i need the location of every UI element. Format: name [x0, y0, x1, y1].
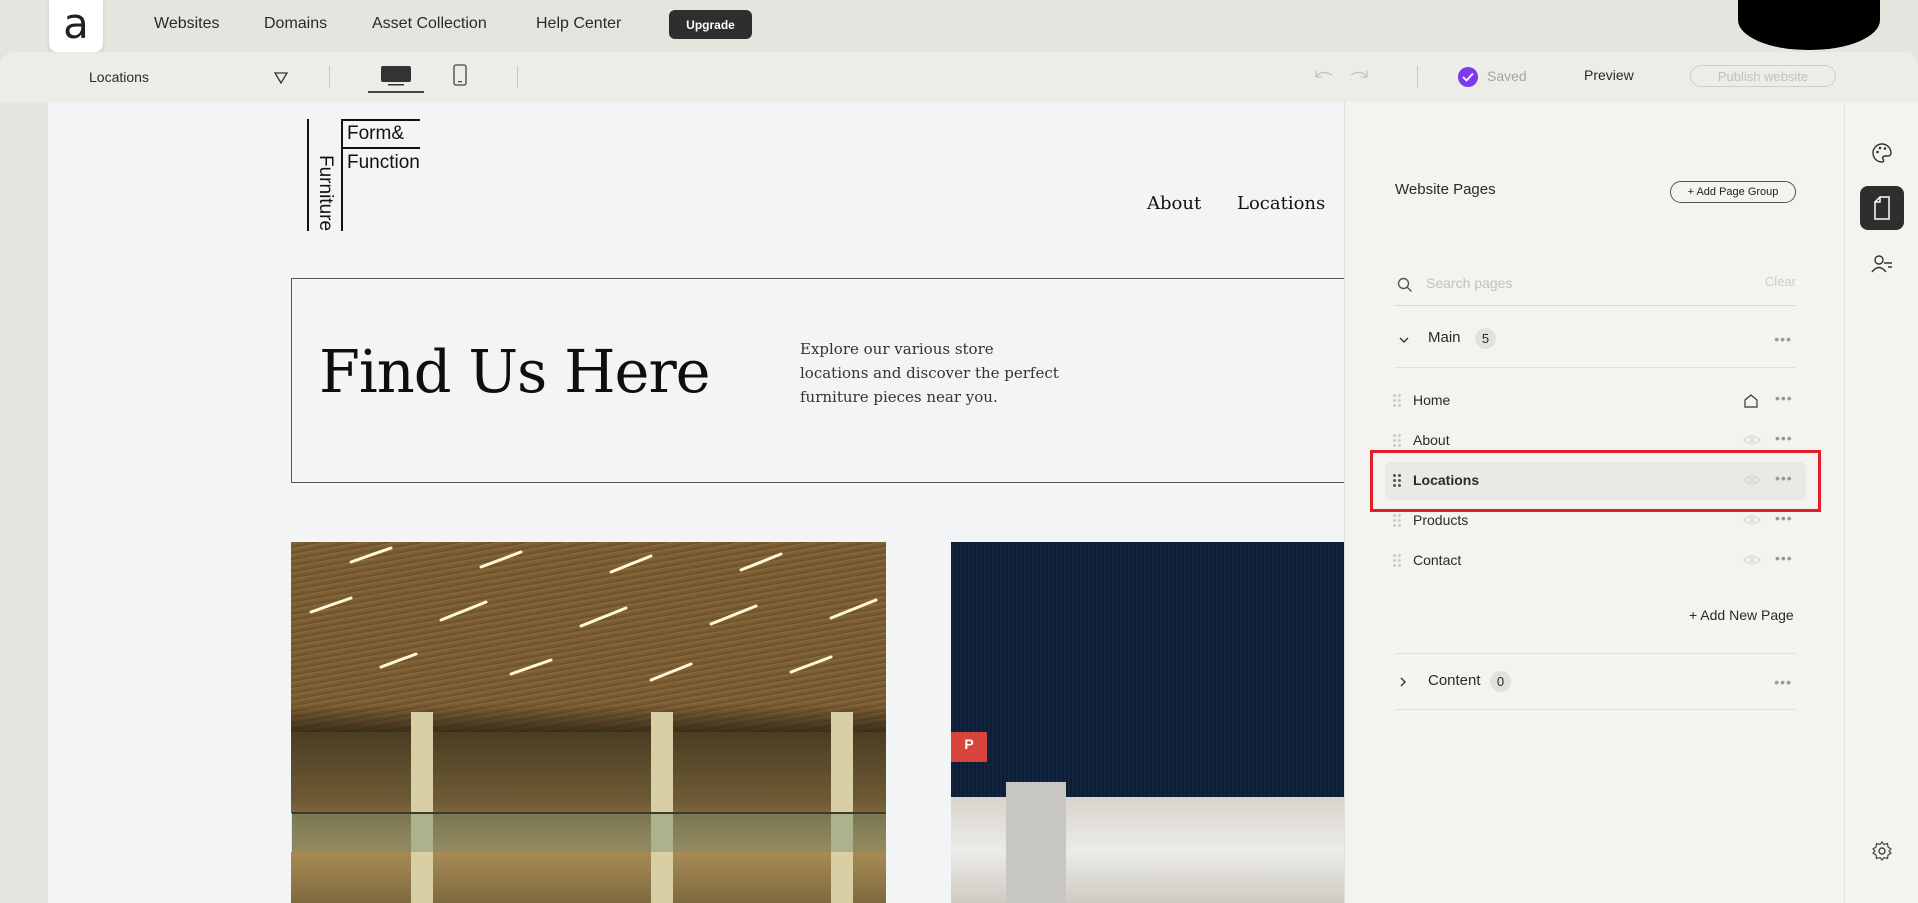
- eye-icon[interactable]: [1743, 433, 1761, 451]
- page-label: About: [1413, 432, 1450, 448]
- preview-button[interactable]: Preview: [1584, 67, 1634, 83]
- saved-status: Saved: [1487, 68, 1527, 84]
- chevron-down-icon[interactable]: [1398, 332, 1410, 350]
- more-options-icon[interactable]: •••: [1775, 390, 1793, 406]
- nav-help-center[interactable]: Help Center: [536, 15, 621, 33]
- more-options-icon[interactable]: •••: [1774, 331, 1792, 347]
- undo-icon[interactable]: [1312, 67, 1336, 88]
- more-options-icon[interactable]: •••: [1774, 674, 1792, 690]
- settings-button[interactable]: [1860, 829, 1904, 873]
- logo-text-function: Function: [347, 152, 420, 173]
- page-row-contact[interactable]: Contact •••: [1385, 542, 1806, 580]
- desktop-icon: [381, 65, 411, 85]
- group-count-badge: 5: [1475, 328, 1496, 349]
- eye-icon[interactable]: [1743, 513, 1761, 531]
- group-label: Main: [1428, 329, 1461, 346]
- palette-button[interactable]: [1860, 131, 1904, 175]
- store-photo-mall: [291, 542, 886, 903]
- chevron-right-icon[interactable]: [1398, 675, 1408, 693]
- mobile-icon: [453, 64, 467, 86]
- divider: [1395, 709, 1796, 710]
- palette-icon: [1872, 143, 1892, 163]
- app-logo[interactable]: a: [49, 0, 103, 52]
- nav-websites[interactable]: Websites: [154, 15, 220, 33]
- gear-icon: [1872, 841, 1892, 861]
- store-photo-parking: P: [951, 542, 1344, 903]
- mobile-view-button[interactable]: [450, 60, 470, 90]
- divider: [329, 66, 330, 88]
- nav-asset-collection[interactable]: Asset Collection: [372, 15, 487, 33]
- group-count-badge: 0: [1490, 671, 1511, 692]
- users-button[interactable]: [1860, 242, 1904, 286]
- editor-toolbar: Locations Saved Preview Publish website: [0, 52, 1918, 102]
- site-logo: Form& Function Furniture: [307, 119, 420, 231]
- add-new-page-button[interactable]: + Add New Page: [1689, 607, 1794, 623]
- redo-icon[interactable]: [1347, 67, 1371, 88]
- website-canvas[interactable]: Form& Function Furniture About Locations…: [48, 102, 1344, 903]
- search-pages-field[interactable]: Search pages Clear: [1395, 270, 1796, 306]
- page-row-home[interactable]: Home •••: [1385, 382, 1806, 420]
- panel-title: Website Pages: [1395, 181, 1496, 198]
- drag-handle-icon[interactable]: [1393, 434, 1403, 448]
- hero-description: Explore our various store locations and …: [800, 340, 1059, 406]
- divider: [1395, 653, 1796, 654]
- clear-button[interactable]: Clear: [1765, 274, 1796, 289]
- user-avatar[interactable]: [1738, 0, 1880, 50]
- page-icon: [1874, 196, 1890, 220]
- drag-handle-icon[interactable]: [1393, 514, 1403, 528]
- divider: [517, 66, 518, 88]
- app-logo-letter: a: [63, 0, 89, 48]
- upgrade-button[interactable]: Upgrade: [669, 10, 752, 39]
- users-icon: [1871, 255, 1892, 273]
- page-group-main[interactable]: Main 5 •••: [1395, 322, 1796, 360]
- more-options-icon[interactable]: •••: [1775, 510, 1793, 526]
- search-input[interactable]: Search pages: [1426, 275, 1512, 291]
- page-group-content[interactable]: Content 0 •••: [1395, 665, 1796, 703]
- right-icon-rail: [1844, 102, 1918, 903]
- logo-text-furniture: Furniture: [315, 155, 336, 232]
- more-options-icon[interactable]: •••: [1775, 430, 1793, 446]
- more-options-icon[interactable]: •••: [1775, 550, 1793, 566]
- divider: [1395, 367, 1796, 368]
- page-label: Products: [1413, 512, 1469, 528]
- pages-button[interactable]: [1860, 186, 1904, 230]
- nav-domains[interactable]: Domains: [264, 15, 327, 33]
- saved-check-icon: [1458, 67, 1478, 87]
- hero-title: Find Us Here: [319, 337, 711, 406]
- drag-handle-icon[interactable]: [1393, 394, 1403, 408]
- chevron-down-icon[interactable]: [273, 71, 289, 89]
- selection-highlight: [1370, 450, 1821, 512]
- home-icon: [1743, 393, 1759, 414]
- top-nav: a Websites Domains Asset Collection Help…: [0, 0, 1918, 52]
- site-nav-locations[interactable]: Locations: [1237, 193, 1325, 214]
- desktop-view-button[interactable]: [368, 60, 424, 93]
- parking-sign: P: [951, 732, 987, 762]
- drag-handle-icon[interactable]: [1393, 554, 1403, 568]
- eye-icon[interactable]: [1743, 553, 1761, 571]
- page-label: Contact: [1413, 552, 1462, 568]
- divider: [1417, 66, 1418, 88]
- logo-text-form: Form&: [347, 123, 404, 144]
- page-selector[interactable]: Locations: [89, 69, 149, 85]
- search-icon: [1397, 277, 1413, 298]
- hero-section: Find Us Here Explore our various store l…: [291, 278, 1344, 483]
- site-nav-about[interactable]: About: [1147, 193, 1201, 214]
- group-label: Content: [1428, 672, 1481, 689]
- add-page-group-button[interactable]: + Add Page Group: [1670, 181, 1796, 203]
- page-label: Home: [1413, 392, 1451, 408]
- publish-website-button[interactable]: Publish website: [1690, 65, 1836, 87]
